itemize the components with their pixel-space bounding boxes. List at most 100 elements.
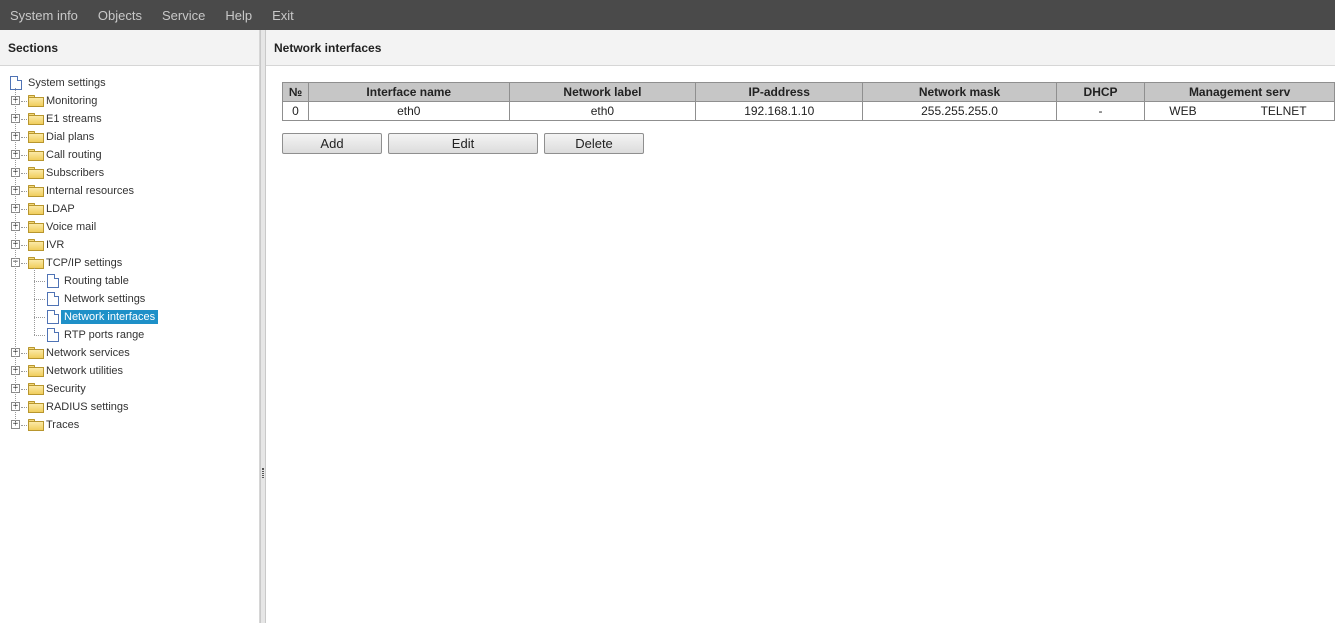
tree-item-network-services[interactable]: + Network services (0, 344, 259, 362)
mgmt-telnet: TELNET (1260, 104, 1307, 118)
col-header-number[interactable]: № (282, 82, 309, 102)
tree-connector (21, 371, 27, 372)
tree-subitem-label[interactable]: Routing table (61, 274, 132, 288)
tree-subitem-label-selected[interactable]: Network interfaces (61, 310, 159, 324)
tree-item-label[interactable]: E1 streams (43, 112, 105, 126)
tree-root-label[interactable]: System settings (25, 76, 109, 90)
folder-icon (28, 113, 44, 125)
tree-item-tcp-ip-settings[interactable]: − TCP/IP settings (0, 254, 259, 272)
content-panel: Network interfaces № Interface name Netw… (266, 30, 1335, 623)
cell-management-services: WEB TELNET (1144, 101, 1335, 121)
tree-connector (21, 407, 27, 408)
tree-item-label[interactable]: RADIUS settings (43, 400, 132, 414)
tree-connector (34, 299, 45, 300)
tree-item-label[interactable]: LDAP (43, 202, 78, 216)
sections-panel: Sections System settings + Monitoring + E1 s… (0, 30, 260, 623)
tree-connector (21, 263, 27, 264)
tree-item-call-routing[interactable]: + Call routing (0, 146, 259, 164)
col-header-network-label[interactable]: Network label (508, 82, 697, 102)
tree-item-security[interactable]: + Security (0, 380, 259, 398)
tree-item-label[interactable]: Traces (43, 418, 82, 432)
table-header-row: № Interface name Network label IP-addres… (282, 82, 1335, 102)
tree-item-label[interactable]: Dial plans (43, 130, 97, 144)
splitter-grip-icon[interactable] (262, 468, 264, 478)
folder-icon (28, 95, 44, 107)
col-header-ip-address[interactable]: IP-address (695, 82, 864, 102)
edit-button[interactable]: Edit (388, 133, 538, 154)
tree-subitem-label[interactable]: RTP ports range (61, 328, 147, 342)
cell-number: 0 (282, 101, 309, 121)
tree-subitem-routing-table[interactable]: Routing table (0, 272, 259, 290)
tree-item-label[interactable]: IVR (43, 238, 67, 252)
table-row[interactable]: 0 eth0 eth0 192.168.1.10 255.255.255.0 -… (282, 101, 1335, 121)
menu-objects[interactable]: Objects (98, 8, 142, 23)
delete-button[interactable]: Delete (544, 133, 644, 154)
tree-connector (21, 155, 27, 156)
document-icon (47, 274, 59, 288)
document-icon (10, 76, 22, 90)
tree-subitem-rtp-ports-range[interactable]: RTP ports range (0, 326, 259, 344)
folder-icon (28, 347, 44, 359)
document-icon (47, 310, 59, 324)
tree-connector (34, 281, 45, 282)
tree-connector (21, 209, 27, 210)
tree-item-network-utilities[interactable]: + Network utilities (0, 362, 259, 380)
document-icon (47, 292, 59, 306)
tree-connector (21, 353, 27, 354)
folder-icon (28, 221, 44, 233)
document-icon (47, 328, 59, 342)
tree-item-label[interactable]: Network services (43, 346, 133, 360)
tree-item-monitoring[interactable]: + Monitoring (0, 92, 259, 110)
tree-connector (34, 317, 45, 318)
tree-connector (21, 245, 27, 246)
tree-connector (21, 389, 27, 390)
tree-connector (21, 227, 27, 228)
tree-connector (21, 119, 27, 120)
tree-item-e1-streams[interactable]: + E1 streams (0, 110, 259, 128)
tree-item-subscribers[interactable]: + Subscribers (0, 164, 259, 182)
tree-item-dial-plans[interactable]: + Dial plans (0, 128, 259, 146)
add-button[interactable]: Add (282, 133, 382, 154)
tree-item-internal-resources[interactable]: + Internal resources (0, 182, 259, 200)
mgmt-web: WEB (1169, 104, 1197, 118)
tree-subitem-label[interactable]: Network settings (61, 292, 148, 306)
menu-help[interactable]: Help (225, 8, 252, 23)
tree-item-ldap[interactable]: + LDAP (0, 200, 259, 218)
tree-subitem-network-settings[interactable]: Network settings (0, 290, 259, 308)
col-header-dhcp[interactable]: DHCP (1055, 82, 1146, 102)
tree-item-label[interactable]: Network utilities (43, 364, 126, 378)
tree-item-label[interactable]: Internal resources (43, 184, 137, 198)
tree-item-voice-mail[interactable]: + Voice mail (0, 218, 259, 236)
folder-icon (28, 257, 44, 269)
menu-system-info[interactable]: System info (10, 8, 78, 23)
tree-connector (34, 268, 35, 335)
tree-item-label[interactable]: Voice mail (43, 220, 99, 234)
sections-title: Sections (0, 30, 259, 66)
cell-network-label: eth0 (508, 101, 697, 121)
tree-root[interactable]: System settings (0, 74, 259, 92)
tree-item-radius-settings[interactable]: + RADIUS settings (0, 398, 259, 416)
col-header-network-mask[interactable]: Network mask (862, 82, 1057, 102)
col-header-interface-name[interactable]: Interface name (307, 82, 510, 102)
menu-exit[interactable]: Exit (272, 8, 294, 23)
tree-item-ivr[interactable]: + IVR (0, 236, 259, 254)
interfaces-table: № Interface name Network label IP-addres… (282, 82, 1335, 121)
page-title: Network interfaces (266, 30, 1335, 66)
top-menu-bar: System info Objects Service Help Exit (0, 0, 1335, 30)
folder-icon (28, 419, 44, 431)
folder-icon (28, 401, 44, 413)
tree-connector (15, 88, 16, 425)
tree-item-traces[interactable]: + Traces (0, 416, 259, 434)
tree-item-label[interactable]: Security (43, 382, 89, 396)
tree-subitem-network-interfaces[interactable]: Network interfaces (0, 308, 259, 326)
folder-icon (28, 365, 44, 377)
menu-service[interactable]: Service (162, 8, 205, 23)
folder-icon (28, 239, 44, 251)
sections-tree: System settings + Monitoring + E1 streams + Di… (0, 66, 259, 434)
col-header-management-services[interactable]: Management serv (1144, 82, 1335, 102)
tree-item-label[interactable]: Subscribers (43, 166, 107, 180)
folder-icon (28, 185, 44, 197)
tree-item-label[interactable]: Monitoring (43, 94, 100, 108)
tree-item-label[interactable]: TCP/IP settings (43, 256, 125, 270)
tree-item-label[interactable]: Call routing (43, 148, 105, 162)
